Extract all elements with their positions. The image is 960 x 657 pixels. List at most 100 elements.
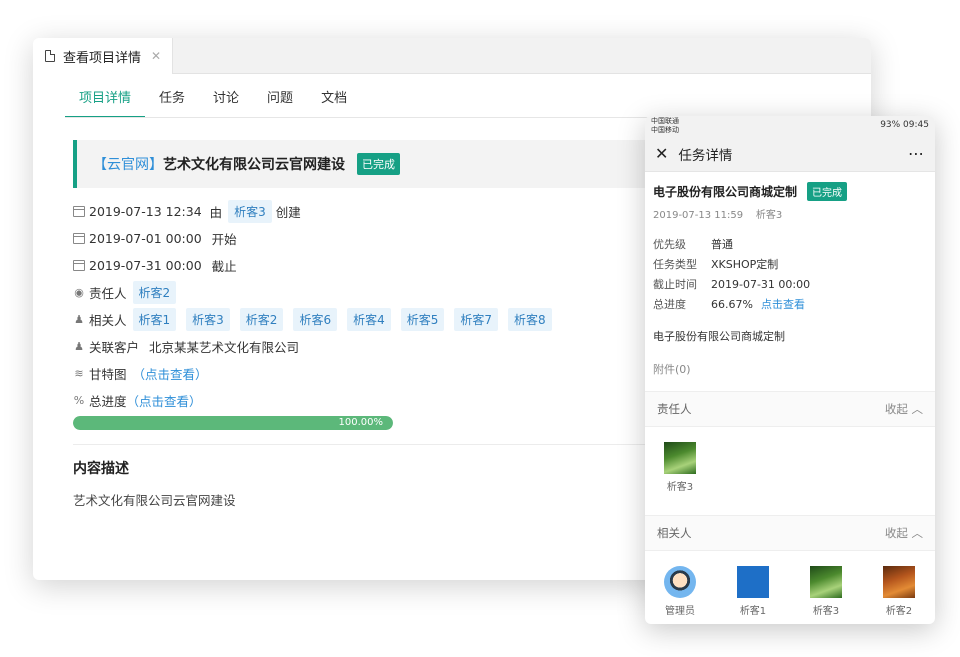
avatar-image <box>810 566 842 598</box>
window-tab[interactable]: 查看项目详情 ✕ <box>33 38 173 74</box>
end-label: 截止 <box>211 259 237 274</box>
progress-link[interactable]: 点击查看 <box>761 296 805 312</box>
status-badge: 已完成 <box>357 153 400 175</box>
calendar-icon <box>73 233 85 244</box>
progress-label: 总进度 <box>89 394 127 409</box>
created-row: 2019-07-13 12:34 由 析客3 创建 <box>73 198 556 225</box>
field-row: 优先级 普通 <box>653 234 810 254</box>
avatar-image <box>664 442 696 474</box>
status-right: 93% 09:45 <box>880 120 929 130</box>
customer-row: ♟ 关联客户 北京某某艺术文化有限公司 <box>73 333 556 360</box>
related-section-header: 相关人 收起 ︿ <box>645 515 935 551</box>
avatar-image <box>737 566 769 598</box>
field-key: 任务类型 <box>653 258 697 271</box>
related-chip[interactable]: 析客4 <box>347 308 391 331</box>
related-section-title: 相关人 <box>657 526 692 540</box>
avatar-name: 析客2 <box>885 606 913 617</box>
status-badge: 已完成 <box>807 182 848 201</box>
related-avatar[interactable]: 析客3 <box>801 566 851 617</box>
close-icon[interactable]: ✕ <box>655 144 668 163</box>
created-by-label: 由 <box>209 205 223 220</box>
tab-discussion[interactable]: 讨论 <box>199 88 253 118</box>
owner-label: 责任人 <box>89 286 127 301</box>
related-chip[interactable]: 析客2 <box>239 308 284 331</box>
calendar-icon <box>73 206 85 217</box>
owner-section-title: 责任人 <box>657 402 692 416</box>
calendar-icon <box>73 260 85 271</box>
start-date: 2019-07-01 00:00 <box>89 231 202 246</box>
related-chip[interactable]: 析客6 <box>293 308 338 331</box>
field-row: 总进度 66.67% 点击查看 <box>653 294 810 314</box>
customer-label: 关联客户 <box>89 340 140 355</box>
tab-tasks[interactable]: 任务 <box>145 88 199 118</box>
owner-row: ◉ 责任人 析客2 <box>73 279 556 306</box>
field-value: 2019-07-31 00:00 <box>711 277 811 291</box>
user-icon: ◉ <box>74 285 84 299</box>
gantt-link[interactable]: （点击查看） <box>133 364 208 383</box>
gantt-label: 甘特图 <box>89 367 127 382</box>
created-action: 创建 <box>275 205 301 220</box>
description-title: 内容描述 <box>73 461 129 477</box>
owner-chip[interactable]: 析客2 <box>132 281 177 304</box>
app-header: ✕ 任务详情 ⋯ <box>645 136 935 172</box>
task-title: 电子股份有限公司商城定制 <box>653 185 798 199</box>
project-prefix: 【云官网】 <box>93 157 163 173</box>
attachments-label[interactable]: 附件(0) <box>653 361 691 377</box>
field-row: 任务类型 XKSHOP定制 <box>653 254 810 274</box>
percent-icon: % <box>73 393 85 407</box>
users-icon: ♟ <box>74 339 84 353</box>
project-title-box: 【云官网】 艺术文化有限公司云官网建设 已完成 <box>73 140 683 188</box>
description-text: 艺术文化有限公司云官网建设 <box>73 493 236 508</box>
avatar-name: 析客3 <box>812 606 840 617</box>
field-value: 普通 <box>711 238 733 251</box>
related-avatar[interactable]: 管理员 <box>655 566 705 617</box>
related-avatar[interactable]: 析客2 <box>874 566 924 617</box>
related-row: ♟ 相关人 析客1 析客3 析客2 析客6 析客4 析客5 析客7 析客8 <box>73 306 556 333</box>
owner-section-header: 责任人 收起 ︿ <box>645 391 935 427</box>
window-tab-label: 查看项目详情 <box>63 50 142 66</box>
project-title: 艺术文化有限公司云官网建设 <box>163 157 345 173</box>
field-row: 截止时间 2019-07-31 00:00 <box>653 274 810 294</box>
users-icon: ♟ <box>74 312 84 326</box>
carrier-1: 中国联通 <box>651 117 679 125</box>
screenshot-stage: 查看项目详情 ✕ 项目详情 任务 讨论 问题 文档 【云官网】 艺术文化有限公司… <box>0 0 960 657</box>
end-date: 2019-07-31 00:00 <box>89 258 202 273</box>
related-chip[interactable]: 析客8 <box>508 308 552 331</box>
avatar-name: 管理员 <box>665 606 695 617</box>
tab-project-details[interactable]: 项目详情 <box>65 88 146 118</box>
related-chip[interactable]: 析客5 <box>400 308 445 331</box>
related-chip[interactable]: 析客3 <box>186 308 230 331</box>
collapse-button[interactable]: 收起 ︿ <box>885 525 923 541</box>
carrier-info: 中国联通 中国移动 <box>651 117 679 135</box>
collapse-button[interactable]: 收起 ︿ <box>885 401 923 417</box>
related-label: 相关人 <box>89 313 127 328</box>
section-divider <box>73 444 683 445</box>
avatar-image <box>883 566 915 598</box>
related-chip[interactable]: 析客1 <box>132 308 177 331</box>
creator-chip[interactable]: 析客3 <box>228 200 272 223</box>
window-tabbar: 查看项目详情 ✕ <box>33 38 871 74</box>
related-avatar[interactable]: 析客1 <box>728 566 778 617</box>
progress-text: 100.00% <box>338 417 384 428</box>
progress-fill: 100.00% <box>73 416 393 430</box>
tab-issues[interactable]: 问题 <box>253 88 307 118</box>
related-chip[interactable]: 析客7 <box>454 308 498 331</box>
more-icon[interactable]: ⋯ <box>908 144 925 163</box>
progress-link[interactable]: （点击查看） <box>127 391 202 410</box>
start-row: 2019-07-01 00:00 开始 <box>73 225 556 252</box>
end-row: 2019-07-31 00:00 截止 <box>73 252 556 279</box>
close-icon[interactable]: ✕ <box>151 49 161 63</box>
task-meta: 2019-07-13 11:59 析客3 <box>653 210 783 221</box>
field-key: 优先级 <box>653 238 686 251</box>
field-key: 截止时间 <box>653 278 697 291</box>
tab-documents[interactable]: 文档 <box>307 88 361 118</box>
owner-avatar[interactable]: 析客3 <box>655 442 705 493</box>
document-icon <box>45 50 55 62</box>
field-value: XKSHOP定制 <box>711 258 779 271</box>
customer-value: 北京某某艺术文化有限公司 <box>149 340 300 355</box>
project-info: 2019-07-13 12:34 由 析客3 创建 2019-07-01 00:… <box>73 198 556 414</box>
gantt-row: ≋ 甘特图 （点击查看） <box>73 360 556 387</box>
avatar-name: 析客1 <box>739 606 767 617</box>
avatar-image <box>664 566 696 598</box>
field-value: 66.67% <box>711 297 753 311</box>
